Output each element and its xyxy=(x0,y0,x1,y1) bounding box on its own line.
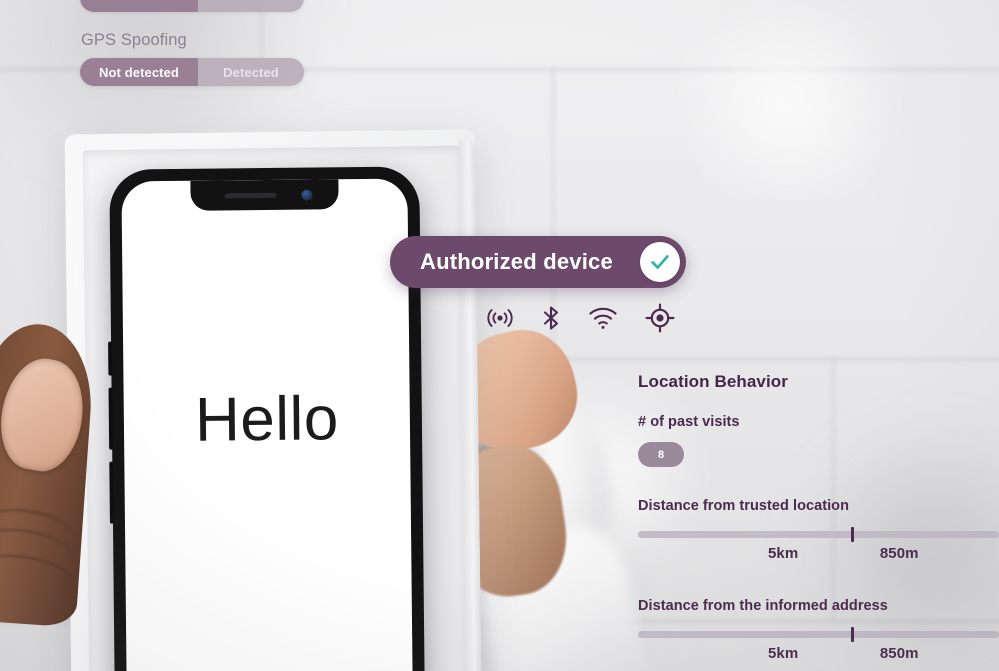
trusted-location-slider[interactable] xyxy=(638,527,999,542)
cellular-broadcast-icon[interactable] xyxy=(486,305,514,331)
location-behavior-panel: Location Behavior # of past visits 8 Dis… xyxy=(638,372,999,667)
gps-spoofing-label: GPS Spoofing xyxy=(81,31,187,49)
gps-option-not-detected[interactable]: Not detected xyxy=(80,58,198,86)
partial-toggle-inactive-segment[interactable] xyxy=(198,0,304,12)
informed-address-scale-value-1: 5km xyxy=(767,645,799,662)
authorized-device-label: Authorized device xyxy=(420,249,613,274)
informed-address-label: Distance from the informed address xyxy=(638,598,888,614)
gps-spoofing-toggle[interactable]: Not detected Detected xyxy=(80,58,304,86)
phone-greeting-text: Hello xyxy=(194,384,340,455)
panel-title: Location Behavior xyxy=(638,372,789,391)
gps-option-detected[interactable]: Detected xyxy=(198,58,304,86)
phone-screen: Hello xyxy=(121,178,413,671)
gps-target-icon[interactable] xyxy=(645,303,675,333)
partial-toggle-above[interactable] xyxy=(80,0,304,12)
informed-address-scale-value-2: 850m xyxy=(879,645,919,662)
wifi-icon[interactable] xyxy=(588,306,618,330)
trusted-location-scale-value-2: 850m xyxy=(879,545,919,562)
informed-address-slider[interactable] xyxy=(638,627,999,642)
check-icon xyxy=(640,242,680,282)
partial-toggle-active-segment[interactable] xyxy=(80,0,198,12)
screenshot-stage: Hello GPS Spoofing Not detected Detected… xyxy=(0,0,999,671)
hand-holding-phone xyxy=(0,300,140,671)
smartphone: Hello xyxy=(108,166,425,671)
connectivity-icon-row xyxy=(486,303,675,333)
authorized-device-badge[interactable]: Authorized device xyxy=(390,236,686,288)
phone-notch xyxy=(190,179,339,211)
earpiece-speaker xyxy=(224,192,277,199)
past-visits-badge: 8 xyxy=(638,442,684,467)
front-camera-icon xyxy=(301,189,313,201)
bluetooth-icon[interactable] xyxy=(541,304,561,332)
past-visits-label: # of past visits xyxy=(638,414,740,430)
trusted-location-slider-block: Distance from trusted location 5km 850m xyxy=(638,498,999,567)
trusted-location-scale: 5km 850m xyxy=(638,545,999,567)
trusted-location-scale-value-1: 5km xyxy=(767,545,799,562)
informed-address-slider-block: Distance from the informed address 5km 8… xyxy=(638,598,999,667)
informed-address-slider-tick[interactable] xyxy=(850,627,854,642)
trusted-location-label: Distance from trusted location xyxy=(638,498,849,514)
informed-address-scale: 5km 850m xyxy=(638,645,999,667)
trusted-location-slider-tick[interactable] xyxy=(850,527,854,542)
